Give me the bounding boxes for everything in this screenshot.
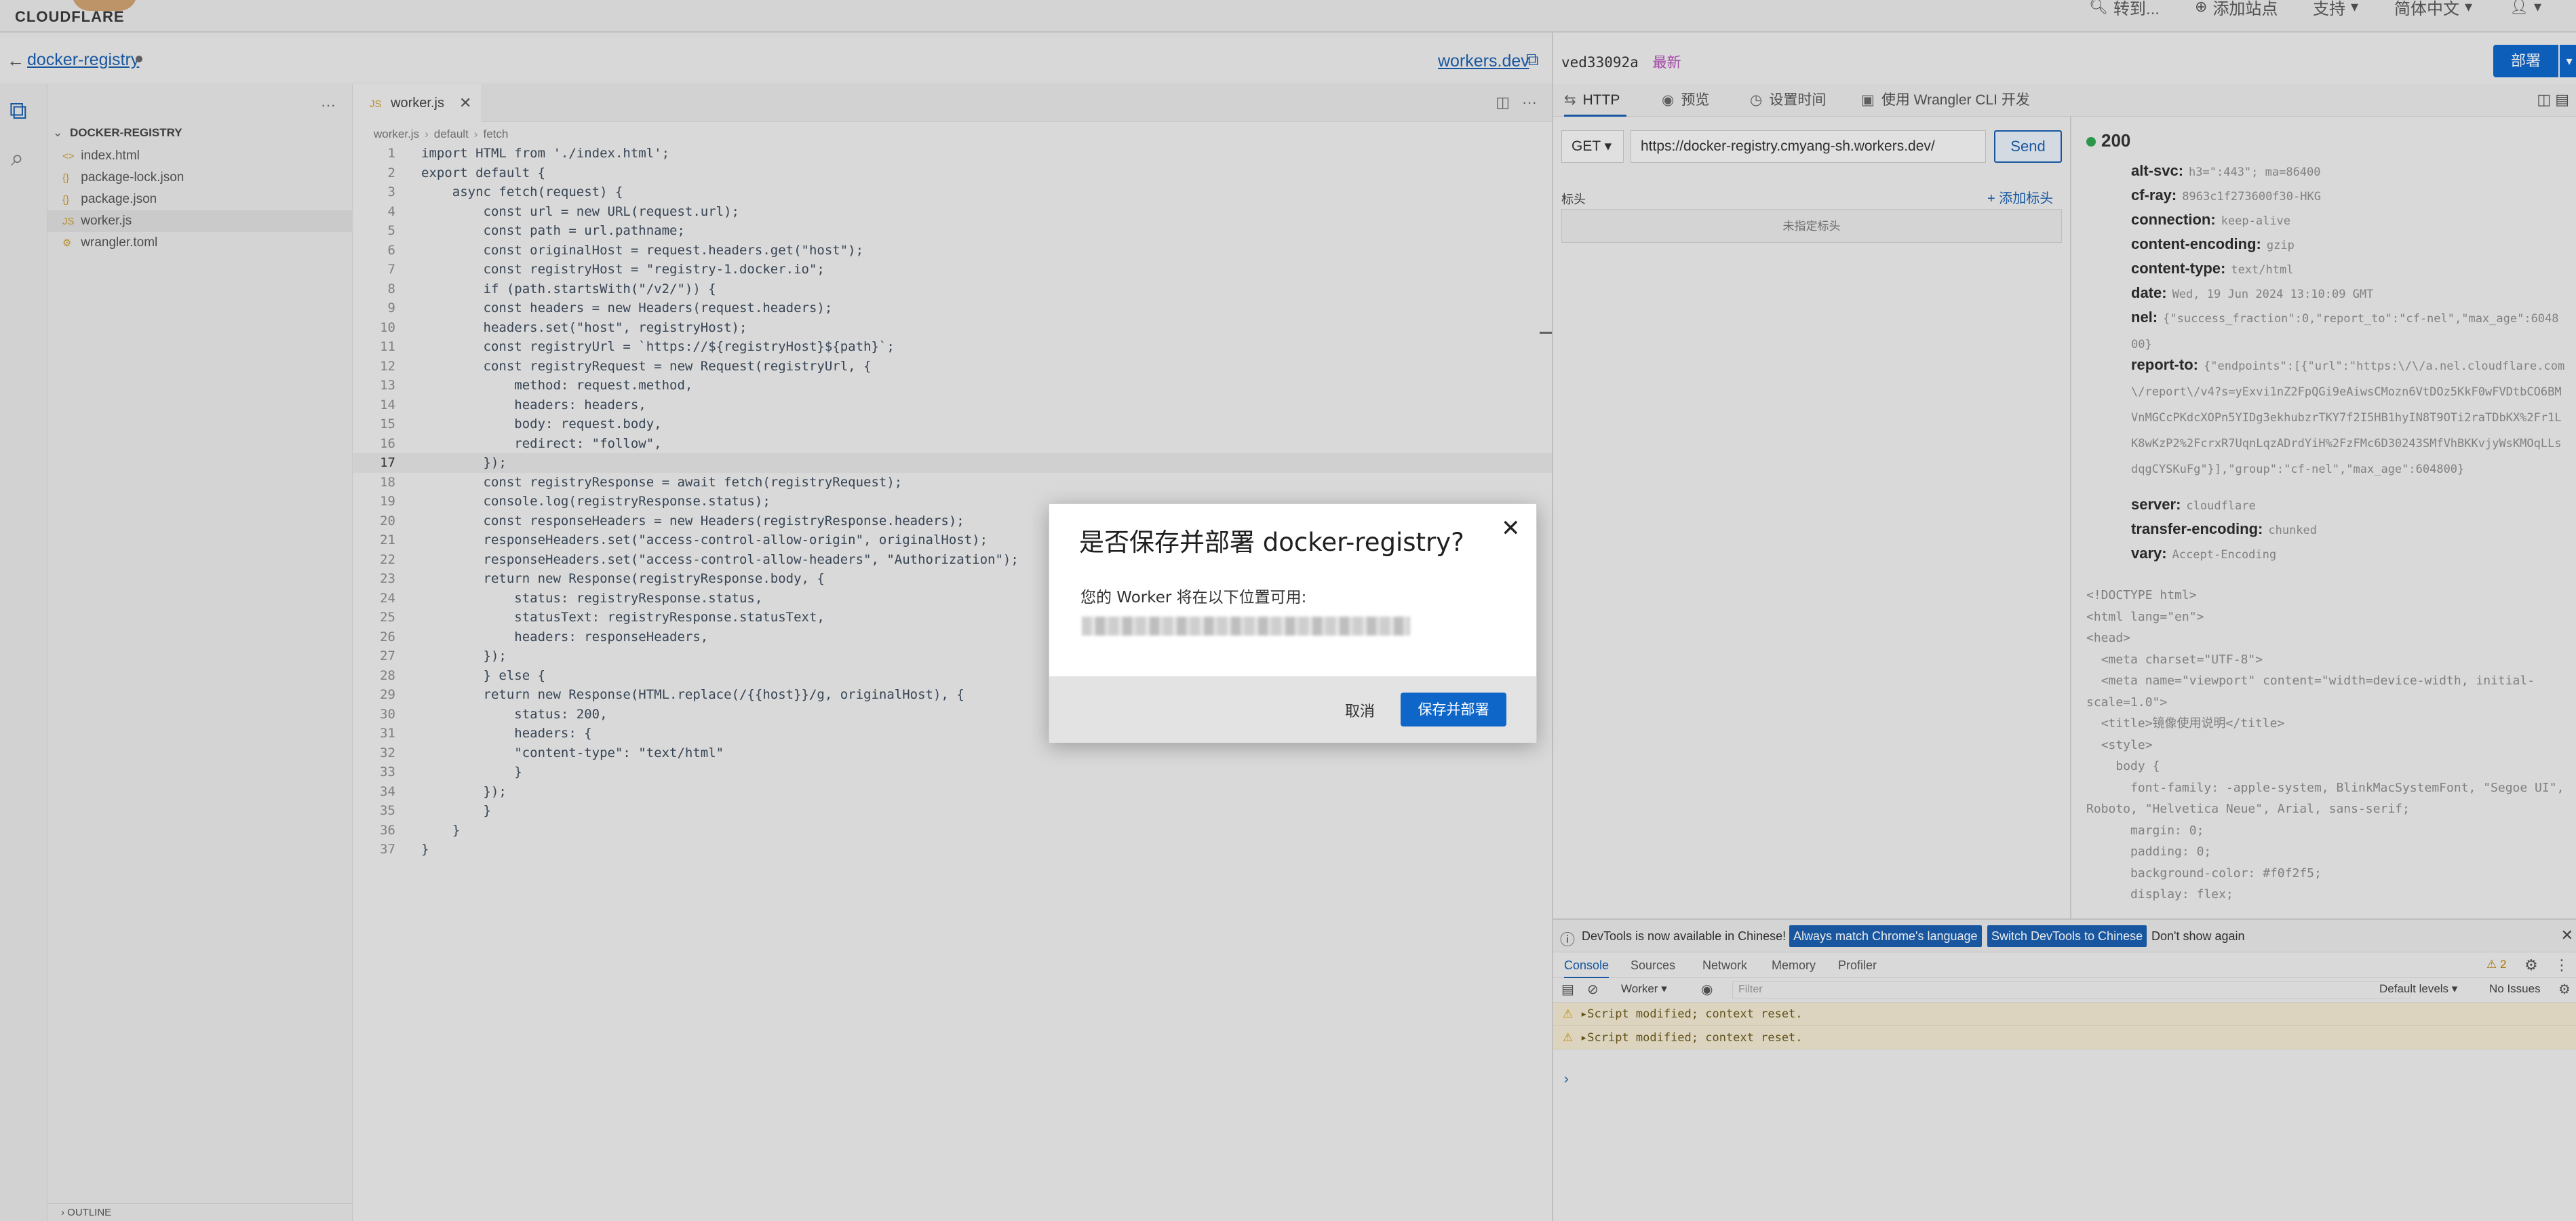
close-icon[interactable]: ✕ xyxy=(1501,515,1521,542)
dialog-title: 是否保存并部署 docker-registry? xyxy=(1079,528,1464,557)
cancel-button[interactable]: 取消 xyxy=(1345,699,1375,721)
redacted-url xyxy=(1082,617,1410,636)
save-deploy-dialog: 是否保存并部署 docker-registry? ✕ 您的 Worker 将在以… xyxy=(1049,503,1537,743)
dialog-footer: 取消 保存并部署 xyxy=(1049,676,1536,743)
save-and-deploy-button[interactable]: 保存并部署 xyxy=(1401,693,1506,726)
dialog-description: 您的 Worker 将在以下位置可用: xyxy=(1080,589,1307,606)
